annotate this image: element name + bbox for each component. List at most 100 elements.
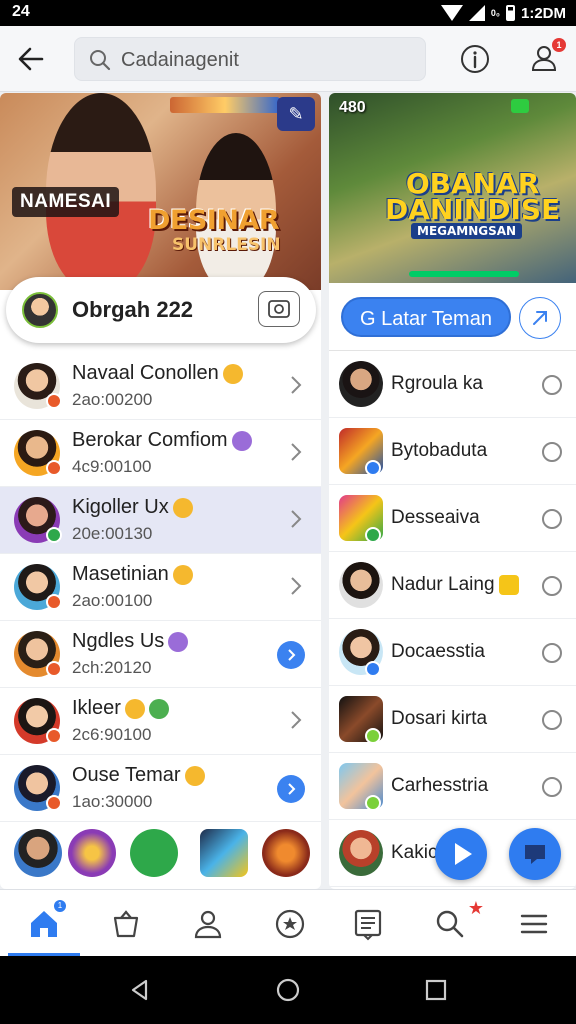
compose-button[interactable] [509, 828, 561, 880]
contact-detail: 4c9:00100 [72, 457, 152, 476]
wifi-icon [440, 5, 463, 21]
back-button[interactable] [14, 42, 48, 76]
star-badge-icon: ★ [467, 898, 484, 918]
notification-badge: 1 [552, 38, 566, 52]
contact-name: Kakic [391, 842, 438, 863]
contact-detail: 20e:00130 [72, 524, 153, 543]
bottom-nav: 1 ★ [0, 889, 576, 956]
contact-name: Berokar Comfiom [72, 429, 228, 451]
system-recents-button[interactable] [424, 978, 448, 1002]
search-icon [90, 50, 111, 71]
nav-feed[interactable] [350, 906, 386, 942]
camera-button[interactable] [258, 291, 300, 327]
status-time: 24 [12, 3, 30, 20]
select-radio[interactable] [542, 777, 562, 797]
emoji-icon [124, 698, 145, 719]
list-item[interactable]: Berokar Comfiom 4c9:00100 [0, 420, 321, 487]
chevron-right-icon[interactable] [289, 509, 303, 529]
system-back-button[interactable] [128, 978, 152, 1002]
list-item[interactable]: Masetinian 2ao:00100 [0, 554, 321, 621]
triangle-back-icon [131, 979, 148, 1001]
status-dot [365, 728, 381, 744]
contact-detail: 2ao:00100 [72, 591, 153, 610]
emoji-icon [231, 430, 252, 451]
list-item[interactable]: Ikleer 2c6:90100 [0, 688, 321, 755]
story-avatar[interactable] [14, 829, 62, 877]
nav-profile[interactable] [190, 906, 226, 942]
add-friend-row: G Latar Teman [329, 283, 576, 351]
nav-search[interactable]: ★ [432, 898, 484, 942]
list-item[interactable]: Nadur Laing [329, 552, 576, 619]
play-icon [455, 843, 472, 865]
video-banner[interactable]: ✎ NAMESAI DESINAR SUNRLESIN [0, 93, 321, 290]
contact-detail: 2ao:00200 [72, 390, 153, 409]
tools-icon[interactable]: ✎ [277, 97, 315, 131]
list-item[interactable]: Bytobaduta [329, 418, 576, 485]
list-item[interactable]: Rgroula ka [329, 351, 576, 418]
story-avatar[interactable] [68, 829, 116, 877]
emoji-icon [168, 631, 189, 652]
search-bar[interactable] [74, 37, 426, 81]
emoji-icon [222, 363, 243, 384]
story-avatar[interactable] [200, 829, 248, 877]
profile-card[interactable]: Obrgah 222 [6, 277, 316, 343]
story-avatar[interactable] [262, 829, 310, 877]
status-dot [46, 728, 62, 744]
nav-menu[interactable] [516, 906, 552, 942]
nav-home[interactable]: 1 [26, 900, 66, 942]
contact-name: Kigoller Ux [72, 496, 169, 518]
chevron-right-icon[interactable] [289, 576, 303, 596]
select-radio[interactable] [542, 375, 562, 395]
chevron-right-icon [288, 783, 296, 795]
shopping-bag-icon [113, 910, 139, 938]
list-item[interactable]: Ouse Temar 1ao:30000 [0, 755, 321, 822]
system-home-button[interactable] [276, 978, 300, 1002]
list-item[interactable]: Docaesstia [329, 619, 576, 686]
add-friend-button[interactable]: G Latar Teman [341, 297, 511, 337]
star-circle-icon [275, 909, 305, 939]
list-item-selected[interactable]: Kigoller Ux 20e:00130 [0, 487, 321, 554]
list-item[interactable]: Navaal Conollen 2ao:00200 [0, 353, 321, 420]
select-radio[interactable] [542, 710, 562, 730]
chevron-right-icon[interactable] [289, 442, 303, 462]
contact-detail: 2c6:90100 [72, 725, 152, 744]
open-chat-button[interactable] [277, 641, 305, 669]
chevron-right-icon[interactable] [289, 375, 303, 395]
search-input[interactable] [121, 46, 411, 74]
select-radio[interactable] [542, 643, 562, 663]
video-tag: NAMESAI [12, 187, 120, 217]
list-item[interactable]: Desseaiva [329, 485, 576, 552]
contact-name: Desseaiva [391, 507, 480, 528]
status-dot [365, 460, 381, 476]
contact-name: Dosari kirta [391, 708, 488, 729]
contact-name: Nadur Laing [391, 574, 495, 595]
select-radio[interactable] [542, 442, 562, 462]
nav-shop[interactable] [108, 906, 144, 942]
contact-name: Navaal Conollen [72, 362, 219, 384]
game-title-line2: DANINDISE [385, 193, 561, 226]
nav-favorites[interactable] [272, 906, 308, 942]
share-button[interactable] [519, 297, 561, 339]
network-indicator: 0₀ [490, 8, 500, 18]
chevron-right-icon[interactable] [289, 710, 303, 730]
select-radio[interactable] [542, 509, 562, 529]
signal-icon [468, 5, 485, 21]
list-item[interactable]: Ngdles Us 2ch:20120 [0, 621, 321, 688]
open-chat-button[interactable] [277, 775, 305, 803]
status-clock: 1:2DM [520, 4, 566, 22]
contact-name: Docaesstia [391, 641, 485, 662]
story-avatar[interactable] [130, 829, 178, 877]
video-subtitle: SUNRLESIN [172, 235, 281, 255]
list-item[interactable]: Carhesstria [329, 753, 576, 820]
profile-button[interactable]: 1 [526, 38, 566, 76]
select-radio[interactable] [542, 576, 562, 596]
live-strip [170, 97, 280, 113]
list-item[interactable]: Dosari kirta [329, 686, 576, 753]
contact-name: Ikleer [72, 697, 121, 719]
game-banner[interactable]: 480 OBANAR DANINDISE MEGAMNGSAN [329, 93, 576, 290]
play-button[interactable] [435, 828, 487, 880]
status-dot [46, 594, 62, 610]
contact-name: Bytobaduta [391, 440, 488, 461]
info-button[interactable] [458, 42, 492, 76]
video-title: DESINAR [148, 205, 280, 236]
